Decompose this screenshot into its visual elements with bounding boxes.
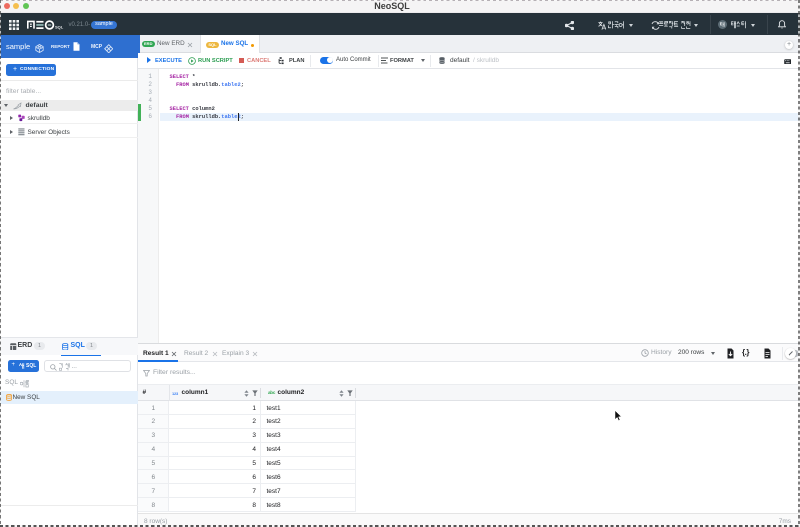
svg-text:SQL: SQL xyxy=(55,24,64,29)
